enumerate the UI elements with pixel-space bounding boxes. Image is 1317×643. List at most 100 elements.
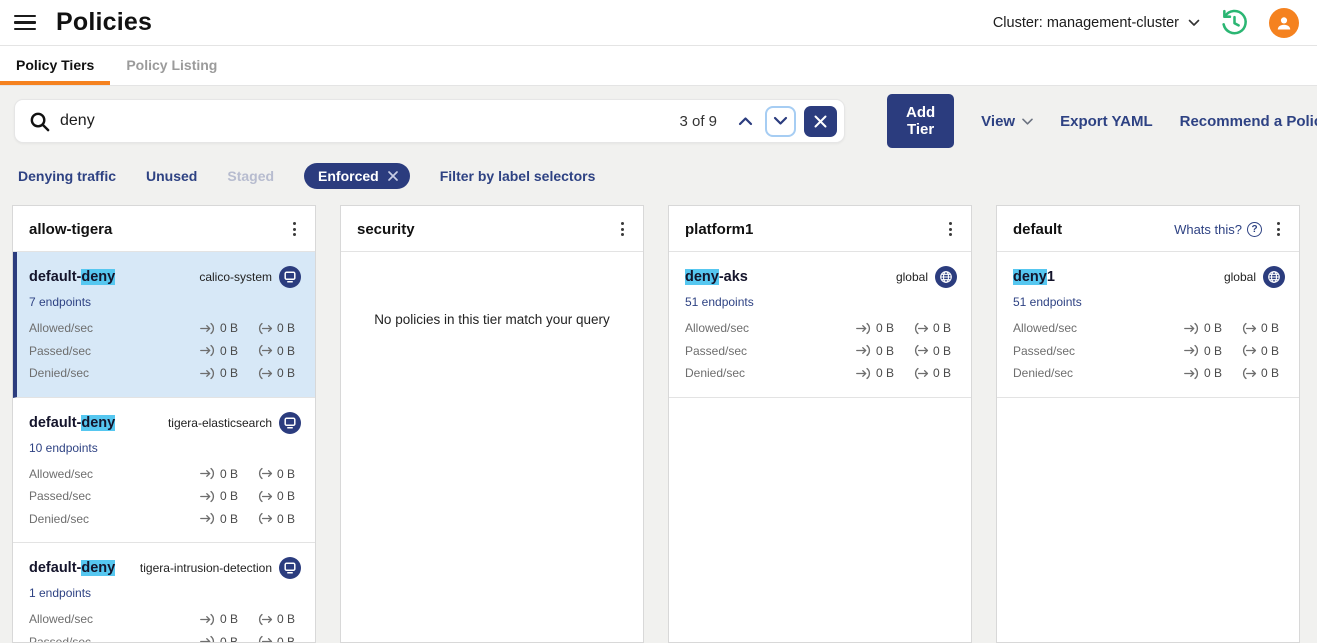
recommend-policy-button[interactable]: Recommend a Policy — [1180, 113, 1317, 130]
traffic-in-icon — [200, 344, 216, 357]
filter-chip-enforced[interactable]: Enforced — [304, 163, 410, 189]
metric-label: Denied/sec — [1013, 366, 1184, 380]
traffic-out-icon — [913, 322, 929, 335]
search-next-button[interactable] — [765, 106, 796, 137]
tier-menu-kebab-icon[interactable] — [288, 219, 301, 239]
policy-card[interactable]: deny-aksglobal51 endpointsAllowed/sec0 B… — [669, 252, 971, 398]
tier-menu-kebab-icon[interactable] — [1272, 219, 1285, 239]
metric-inbound: 0 B — [200, 512, 244, 526]
traffic-in-icon — [1184, 322, 1200, 335]
metric-inbound: 0 B — [200, 366, 244, 380]
traffic-in-icon — [856, 367, 872, 380]
tier-column-security: securityNo policies in this tier match y… — [340, 205, 644, 643]
metric-inbound: 0 B — [200, 344, 244, 358]
metric-inbound-value: 0 B — [220, 344, 244, 358]
metric-inbound: 0 B — [200, 489, 244, 503]
metric-inbound: 0 B — [200, 612, 244, 626]
tab-policy-listing[interactable]: Policy Listing — [110, 46, 233, 85]
tier-name: security — [357, 221, 415, 238]
user-avatar[interactable] — [1269, 8, 1299, 38]
metric-label: Allowed/sec — [29, 321, 200, 335]
endpoints-link[interactable]: 1 endpoints — [29, 586, 91, 600]
metric-outbound: 0 B — [1241, 366, 1285, 380]
tier-column-default: defaultWhats this??deny1global51 endpoin… — [996, 205, 1300, 643]
search-highlight: deny — [685, 269, 719, 285]
traffic-out-icon — [257, 344, 273, 357]
traffic-in-icon — [200, 512, 216, 525]
metric-inbound: 0 B — [856, 366, 900, 380]
metric-label: Denied/sec — [685, 366, 856, 380]
filter-chip-label: Enforced — [318, 168, 379, 184]
metric-inbound: 0 B — [856, 344, 900, 358]
search-prev-button[interactable] — [731, 107, 759, 135]
whats-this-link[interactable]: Whats this?? — [1174, 222, 1262, 237]
page-title: Policies — [56, 8, 152, 37]
search-highlight: deny — [81, 269, 115, 285]
endpoints-link[interactable]: 10 endpoints — [29, 441, 98, 455]
traffic-in-icon — [200, 635, 216, 643]
policy-scope-label: tigera-elasticsearch — [168, 416, 272, 430]
traffic-in-icon — [1184, 344, 1200, 357]
metric-row: Passed/sec0 B0 B — [1013, 340, 1285, 363]
app-root: Policies Cluster: management-cluster — [0, 0, 1317, 643]
policy-card-top: deny1global — [1013, 266, 1285, 288]
filter-unused[interactable]: Unused — [146, 168, 197, 184]
metric-outbound-value: 0 B — [1261, 321, 1285, 335]
endpoints-link[interactable]: 51 endpoints — [1013, 295, 1082, 309]
tier-menu-kebab-icon[interactable] — [616, 219, 629, 239]
metric-inbound: 0 B — [200, 467, 244, 481]
endpoints-link[interactable]: 51 endpoints — [685, 295, 754, 309]
traffic-in-icon — [200, 322, 216, 335]
global-icon — [935, 266, 957, 288]
tier-header-right: Whats this?? — [1174, 219, 1285, 239]
metric-outbound: 0 B — [257, 344, 301, 358]
traffic-out-icon — [1241, 322, 1257, 335]
filter-label-selectors[interactable]: Filter by label selectors — [440, 168, 596, 184]
close-icon[interactable] — [387, 170, 399, 182]
history-icon[interactable] — [1220, 8, 1249, 37]
metric-outbound-value: 0 B — [277, 321, 301, 335]
traffic-in-icon — [200, 490, 216, 503]
search-icon — [28, 110, 51, 133]
metric-inbound-value: 0 B — [876, 344, 900, 358]
policy-scope: tigera-intrusion-detection — [140, 557, 301, 579]
namespace-icon — [279, 266, 301, 288]
export-yaml-button[interactable]: Export YAML — [1060, 113, 1153, 130]
chevron-down-icon — [1188, 19, 1200, 27]
cluster-selector[interactable]: Cluster: management-cluster — [993, 15, 1200, 31]
policy-scope-label: tigera-intrusion-detection — [140, 561, 272, 575]
policy-card[interactable]: default-denytigera-intrusion-detection1 … — [13, 543, 315, 643]
search-clear-button[interactable] — [804, 106, 837, 137]
search-input[interactable] — [60, 112, 679, 130]
traffic-out-icon — [257, 512, 273, 525]
metric-outbound-value: 0 B — [1261, 366, 1285, 380]
metric-outbound: 0 B — [913, 344, 957, 358]
metric-label: Denied/sec — [29, 512, 200, 526]
header-right: Cluster: management-cluster — [993, 8, 1299, 38]
metric-inbound-value: 0 B — [220, 467, 244, 481]
metric-outbound: 0 B — [257, 512, 301, 526]
policy-card[interactable]: default-denycalico-system7 endpointsAllo… — [13, 252, 315, 398]
add-tier-button[interactable]: Add Tier — [887, 94, 954, 148]
view-dropdown[interactable]: View — [981, 113, 1033, 130]
policy-card[interactable]: default-denytigera-elasticsearch10 endpo… — [13, 398, 315, 544]
filter-staged[interactable]: Staged — [227, 168, 274, 184]
metric-inbound-value: 0 B — [876, 321, 900, 335]
metric-label: Passed/sec — [29, 635, 200, 643]
metric-label: Passed/sec — [685, 344, 856, 358]
metric-outbound-value: 0 B — [277, 366, 301, 380]
policy-card[interactable]: deny1global51 endpointsAllowed/sec0 B0 B… — [997, 252, 1299, 398]
tab-policy-tiers[interactable]: Policy Tiers — [0, 46, 110, 85]
metric-inbound-value: 0 B — [220, 612, 244, 626]
endpoints-link[interactable]: 7 endpoints — [29, 295, 91, 309]
traffic-out-icon — [1241, 344, 1257, 357]
filter-denying-traffic[interactable]: Denying traffic — [18, 168, 116, 184]
namespace-icon — [279, 412, 301, 434]
metric-inbound: 0 B — [1184, 366, 1228, 380]
hamburger-menu-icon[interactable] — [14, 15, 36, 31]
policy-name-part: default- — [29, 415, 81, 431]
metric-row: Allowed/sec0 B0 B — [685, 317, 957, 340]
traffic-in-icon — [200, 467, 216, 480]
tier-menu-kebab-icon[interactable] — [944, 219, 957, 239]
close-icon — [814, 115, 827, 128]
